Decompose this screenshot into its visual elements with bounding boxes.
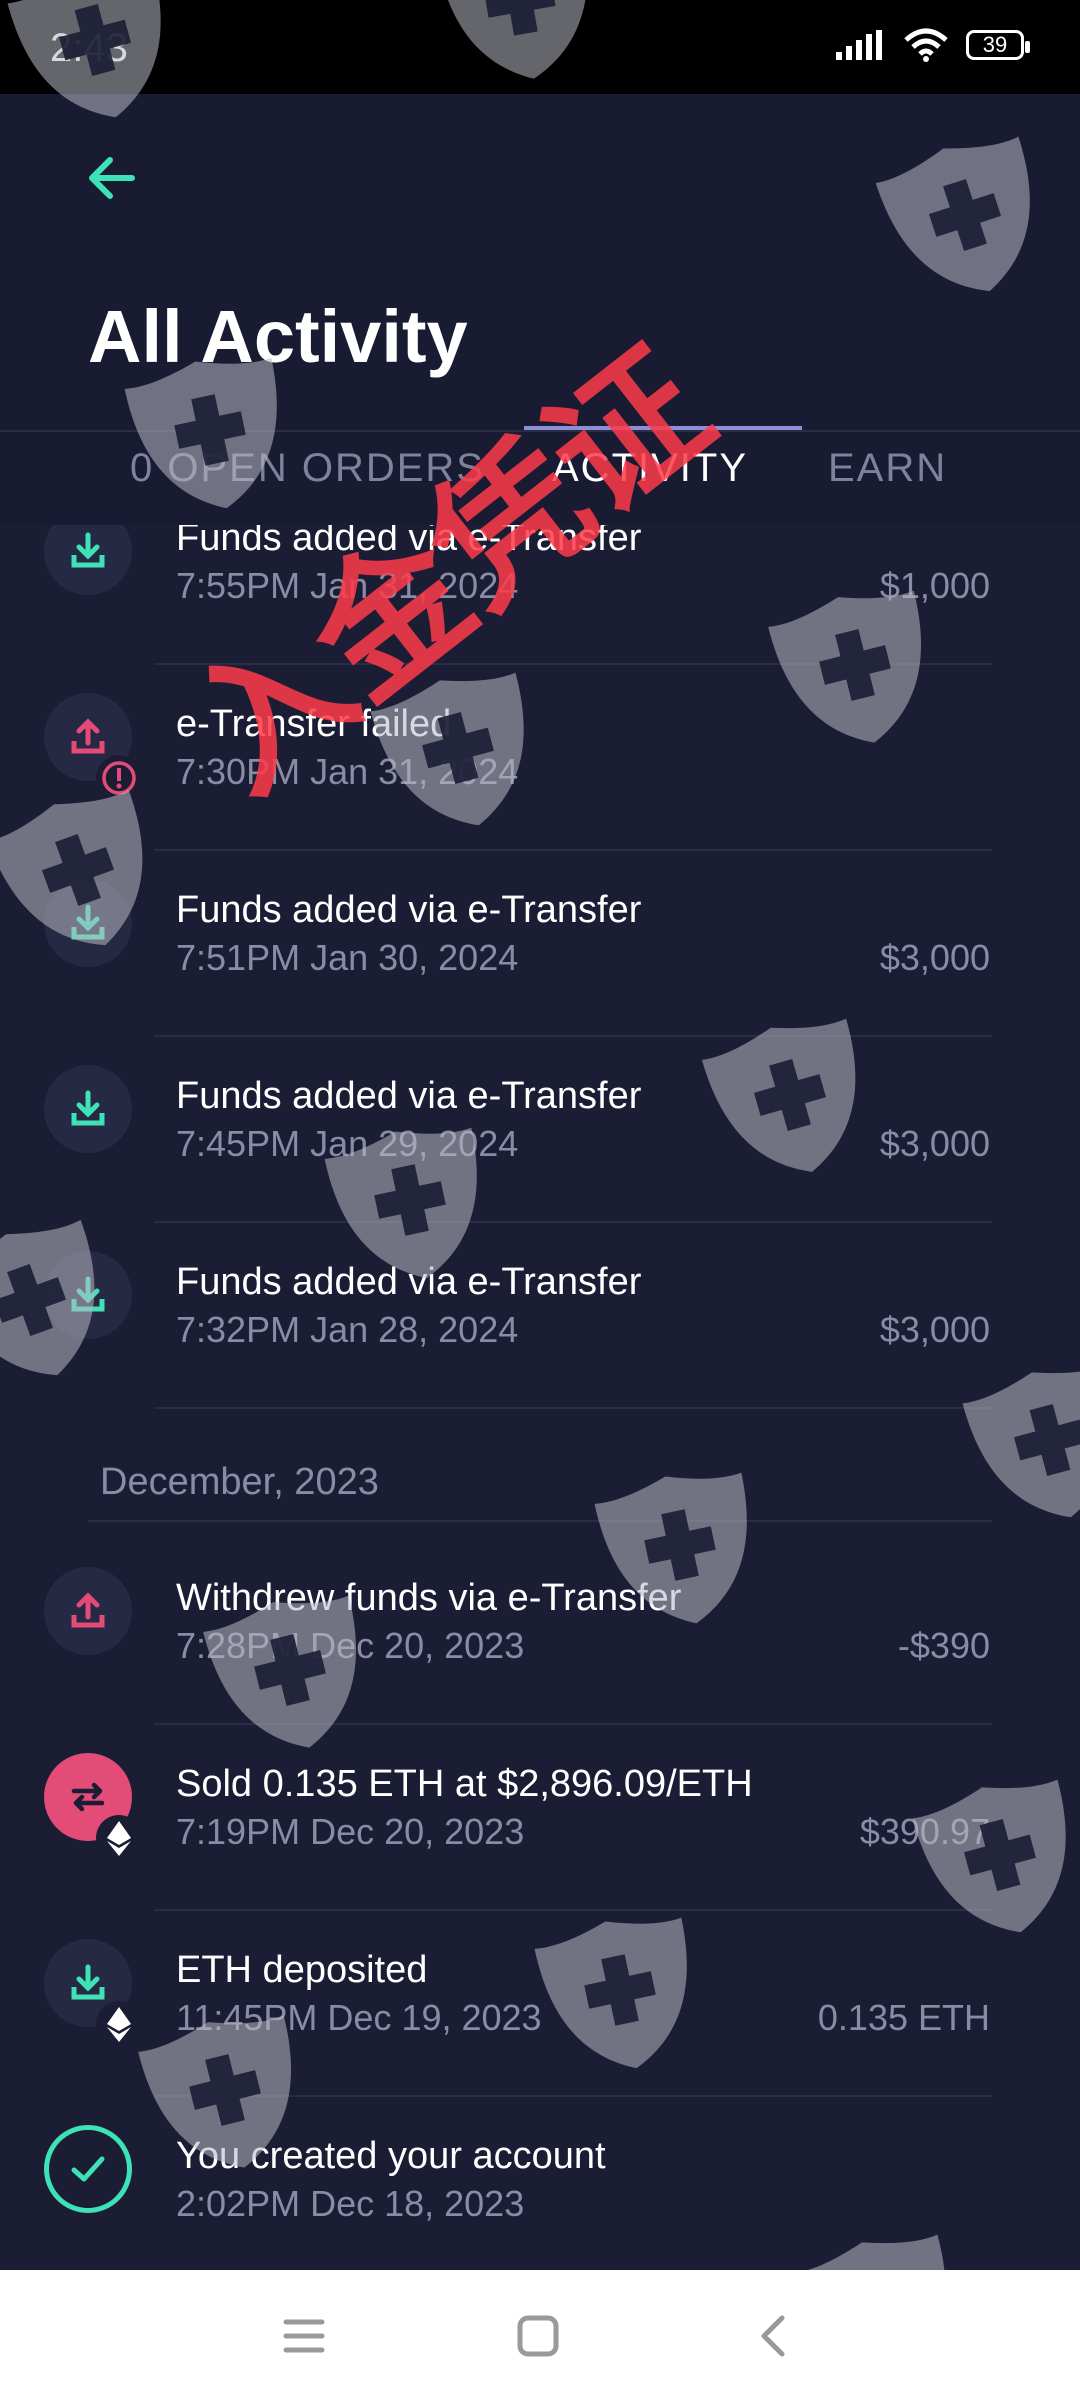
list-item[interactable]: ETH deposited 11:45PM Dec 19, 2023 0.135…: [0, 1911, 1080, 2097]
item-amount: -$390: [897, 1625, 990, 1666]
battery-level: 39: [982, 32, 1008, 57]
ethereum-icon: [96, 1815, 142, 1861]
item-time: 7:28PM Dec 20, 2023: [176, 1625, 525, 1666]
item-title: ETH deposited: [176, 1949, 428, 1991]
list-item[interactable]: e-Transfer failed 7:30PM Jan 31, 2024: [0, 665, 1080, 851]
item-time: 7:45PM Jan 29, 2024: [176, 1123, 519, 1164]
item-time: 7:51PM Jan 30, 2024: [176, 937, 519, 978]
status-time: 2:43: [50, 26, 128, 70]
list-item[interactable]: Sold 0.135 ETH at $2,896.09/ETH 7:19PM D…: [0, 1725, 1080, 1911]
list-item[interactable]: Funds added via e-Transfer 7:51PM Jan 30…: [0, 851, 1080, 1037]
item-amount: $390.97: [859, 1811, 990, 1852]
wifi-icon: [904, 28, 948, 62]
tab-earn[interactable]: EARN: [828, 446, 947, 491]
download-icon: [44, 879, 132, 967]
item-title: You created your account: [176, 2135, 606, 2177]
alert-icon: [96, 755, 142, 801]
item-time: 7:19PM Dec 20, 2023: [176, 1811, 525, 1852]
status-icons: 39: [836, 28, 1030, 62]
item-title: Sold 0.135 ETH at $2,896.09/ETH: [176, 1763, 753, 1805]
item-title: Funds added via e-Transfer: [176, 1075, 642, 1117]
list-item[interactable]: Funds added via e-Transfer 7:32PM Jan 28…: [0, 1223, 1080, 1409]
item-title: Funds added via e-Transfer: [176, 1261, 642, 1303]
back-nav-icon[interactable]: [744, 2306, 804, 2366]
ethereum-icon: [96, 2001, 142, 2047]
item-amount: $3,000: [879, 1123, 990, 1164]
section-header-december: December, 2023: [100, 1461, 379, 1503]
status-bar: 2:43 39: [0, 0, 1080, 94]
list-item[interactable]: You created your account 2:02PM Dec 18, …: [0, 2097, 1080, 2270]
download-icon: [44, 1251, 132, 1339]
list-item[interactable]: Withdrew funds via e-Transfer 7:28PM Dec…: [0, 1539, 1080, 1725]
signal-icon: [836, 30, 882, 60]
home-button-icon[interactable]: [508, 2306, 568, 2366]
page-title: All Activity: [88, 295, 468, 378]
item-amount: $3,000: [879, 937, 990, 978]
battery-icon: 39: [966, 30, 1030, 60]
item-amount: $3,000: [879, 1309, 990, 1350]
download-icon: [44, 1065, 132, 1153]
upload-icon: [44, 1567, 132, 1655]
menu-icon[interactable]: [274, 2306, 334, 2366]
item-amount: $1,000: [879, 565, 990, 606]
item-title: Funds added via e-Transfer: [176, 889, 642, 931]
download-icon: [44, 525, 132, 595]
item-amount: 0.135 ETH: [817, 1997, 990, 2038]
item-time: 7:32PM Jan 28, 2024: [176, 1309, 519, 1350]
item-time: 11:45PM Dec 19, 2023: [176, 1997, 542, 2038]
system-navigation-bar: [0, 2270, 1080, 2400]
check-icon: [44, 2125, 132, 2213]
divider: [154, 1407, 992, 1409]
item-title: Withdrew funds via e-Transfer: [176, 1577, 682, 1619]
item-time: 2:02PM Dec 18, 2023: [176, 2183, 525, 2224]
section-divider: [88, 1520, 992, 1522]
back-arrow-icon[interactable]: [82, 148, 142, 208]
activity-list[interactable]: Funds added via e-Transfer 7:55PM Jan 31…: [0, 525, 1080, 2270]
list-item[interactable]: Funds added via e-Transfer 7:45PM Jan 29…: [0, 1037, 1080, 1223]
